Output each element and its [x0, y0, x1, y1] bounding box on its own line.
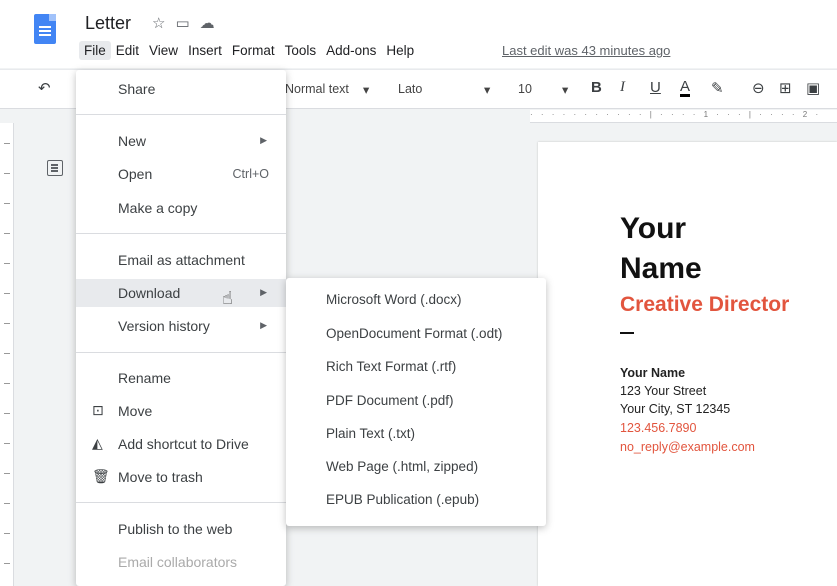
vertical-ruler	[0, 123, 14, 586]
menu-item-label: Add shortcut to Drive	[118, 436, 249, 452]
document-page[interactable]: Your Name Creative Director Your Name 12…	[538, 142, 837, 586]
menu-divider	[76, 233, 286, 234]
page-heading-line2: Name	[620, 252, 702, 285]
text-color-icon[interactable]: A	[680, 79, 691, 97]
cloud-icon[interactable]: ☁	[200, 14, 215, 32]
download-docx[interactable]: Microsoft Word (.docx)	[326, 292, 462, 307]
download-rtf[interactable]: Rich Text Format (.rtf)	[326, 359, 456, 374]
menu-item-label: Email as attachment	[118, 252, 245, 268]
style-dropdown-icon[interactable]: ▾	[363, 82, 369, 97]
contact-name: Your Name	[620, 366, 686, 380]
font-dropdown-icon[interactable]: ▾	[484, 82, 490, 97]
menu-item-label: Rename	[118, 370, 171, 386]
last-edit-link[interactable]: Last edit was 43 minutes ago	[502, 43, 670, 58]
menu-item-new[interactable]: New ▶	[76, 127, 286, 155]
menu-item-publish[interactable]: Publish to the web	[76, 515, 286, 543]
document-outline-icon[interactable]	[47, 160, 63, 176]
highlight-icon[interactable]: ✎	[711, 79, 724, 97]
menu-file[interactable]: File	[79, 41, 111, 60]
link-icon[interactable]: ⊖	[752, 79, 765, 97]
menu-insert[interactable]: Insert	[183, 41, 227, 60]
download-html[interactable]: Web Page (.html, zipped)	[326, 459, 478, 474]
folder-icon[interactable]: ▭	[175, 14, 189, 32]
folder-move-icon: ⊡	[92, 402, 104, 418]
star-icon[interactable]: ☆	[152, 14, 165, 32]
header: Letter ☆ ▭ ☁ File Edit View Insert Forma…	[0, 0, 837, 68]
submenu-arrow-icon: ▶	[260, 135, 267, 145]
menu-item-version-history[interactable]: Version history ▶	[76, 312, 286, 340]
menu-item-email-collaborators: Email collaborators	[76, 548, 286, 576]
drive-shortcut-icon: ◭	[92, 435, 103, 451]
menu-item-move-trash[interactable]: 🗑 Move to trash	[76, 463, 286, 491]
undo-icon[interactable]: ↶	[38, 79, 51, 97]
menu-item-label: New	[118, 133, 147, 149]
download-pdf[interactable]: PDF Document (.pdf)	[326, 393, 454, 408]
menu-divider	[76, 352, 286, 353]
docs-logo-icon[interactable]	[34, 14, 56, 44]
menu-item-label: Share	[118, 81, 156, 97]
menu-view[interactable]: View	[144, 41, 183, 60]
menu-item-label: Make a copy	[118, 200, 198, 216]
file-menu: Share New ▶ Open Ctrl+O Make a copy Emai…	[76, 70, 286, 586]
page-role: Creative Director	[620, 293, 790, 316]
menu-item-add-shortcut[interactable]: ◭ Add shortcut to Drive	[76, 430, 286, 458]
menubar: File Edit View Insert Format Tools Add-o…	[79, 41, 419, 60]
shortcut-label: Ctrl+O	[232, 167, 269, 181]
menu-item-label: Download	[118, 285, 181, 301]
app-window: Letter ☆ ▭ ☁ File Edit View Insert Forma…	[0, 0, 837, 586]
page-heading-line1: Your	[620, 212, 687, 245]
hand-cursor-icon: ☝	[222, 288, 233, 308]
menu-item-label: Publish to the web	[118, 521, 233, 537]
submenu-arrow-icon: ▶	[260, 287, 267, 297]
underline-icon[interactable]: U	[650, 79, 661, 96]
menu-item-label: Move	[118, 403, 153, 419]
menu-item-download[interactable]: Download ▶	[76, 279, 286, 307]
download-epub[interactable]: EPUB Publication (.epub)	[326, 492, 479, 507]
page-divider	[620, 332, 634, 334]
menu-format[interactable]: Format	[227, 41, 280, 60]
menu-edit[interactable]: Edit	[111, 41, 144, 60]
image-icon[interactable]: ▣	[806, 79, 820, 97]
font-select[interactable]: Lato	[398, 82, 422, 96]
menu-item-move[interactable]: ⊡ Move	[76, 397, 286, 425]
menu-item-label: Move to trash	[118, 469, 203, 485]
contact-city: Your City, ST 12345	[620, 402, 731, 416]
bold-icon[interactable]: B	[591, 79, 602, 96]
menu-addons[interactable]: Add-ons	[321, 41, 381, 60]
menu-tools[interactable]: Tools	[280, 41, 322, 60]
menu-item-rename[interactable]: Rename	[76, 364, 286, 392]
menu-item-email-attachment[interactable]: Email as attachment	[76, 246, 286, 274]
horizontal-ruler: · · · · · · · · · · · | · · · · 1 · · · …	[530, 110, 837, 123]
download-submenu: Microsoft Word (.docx) OpenDocument Form…	[286, 278, 546, 526]
menu-item-label: Open	[118, 166, 153, 182]
trash-icon: 🗑	[92, 468, 110, 484]
menu-item-open[interactable]: Open Ctrl+O	[76, 160, 286, 188]
menu-divider	[76, 114, 286, 115]
doc-title[interactable]: Letter	[85, 13, 131, 34]
menu-item-make-copy[interactable]: Make a copy	[76, 194, 286, 222]
contact-street: 123 Your Street	[620, 384, 707, 398]
style-select[interactable]: Normal text	[285, 82, 349, 96]
contact-email: no_reply@example.com	[620, 440, 755, 454]
size-dropdown-icon[interactable]: ▾	[562, 82, 568, 97]
download-odt[interactable]: OpenDocument Format (.odt)	[326, 326, 502, 341]
title-icons: ☆ ▭ ☁	[152, 14, 215, 32]
comment-icon[interactable]: ⊞	[779, 79, 792, 97]
font-size-select[interactable]: 10	[518, 82, 532, 96]
submenu-arrow-icon: ▶	[260, 320, 267, 330]
download-txt[interactable]: Plain Text (.txt)	[326, 426, 415, 441]
menu-item-label: Version history	[118, 318, 210, 334]
menu-help[interactable]: Help	[381, 41, 419, 60]
menu-item-label: Email collaborators	[118, 554, 238, 570]
italic-icon[interactable]: I	[620, 79, 625, 96]
menu-item-share[interactable]: Share	[76, 75, 286, 103]
menu-divider	[76, 502, 286, 503]
contact-phone: 123.456.7890	[620, 421, 697, 435]
